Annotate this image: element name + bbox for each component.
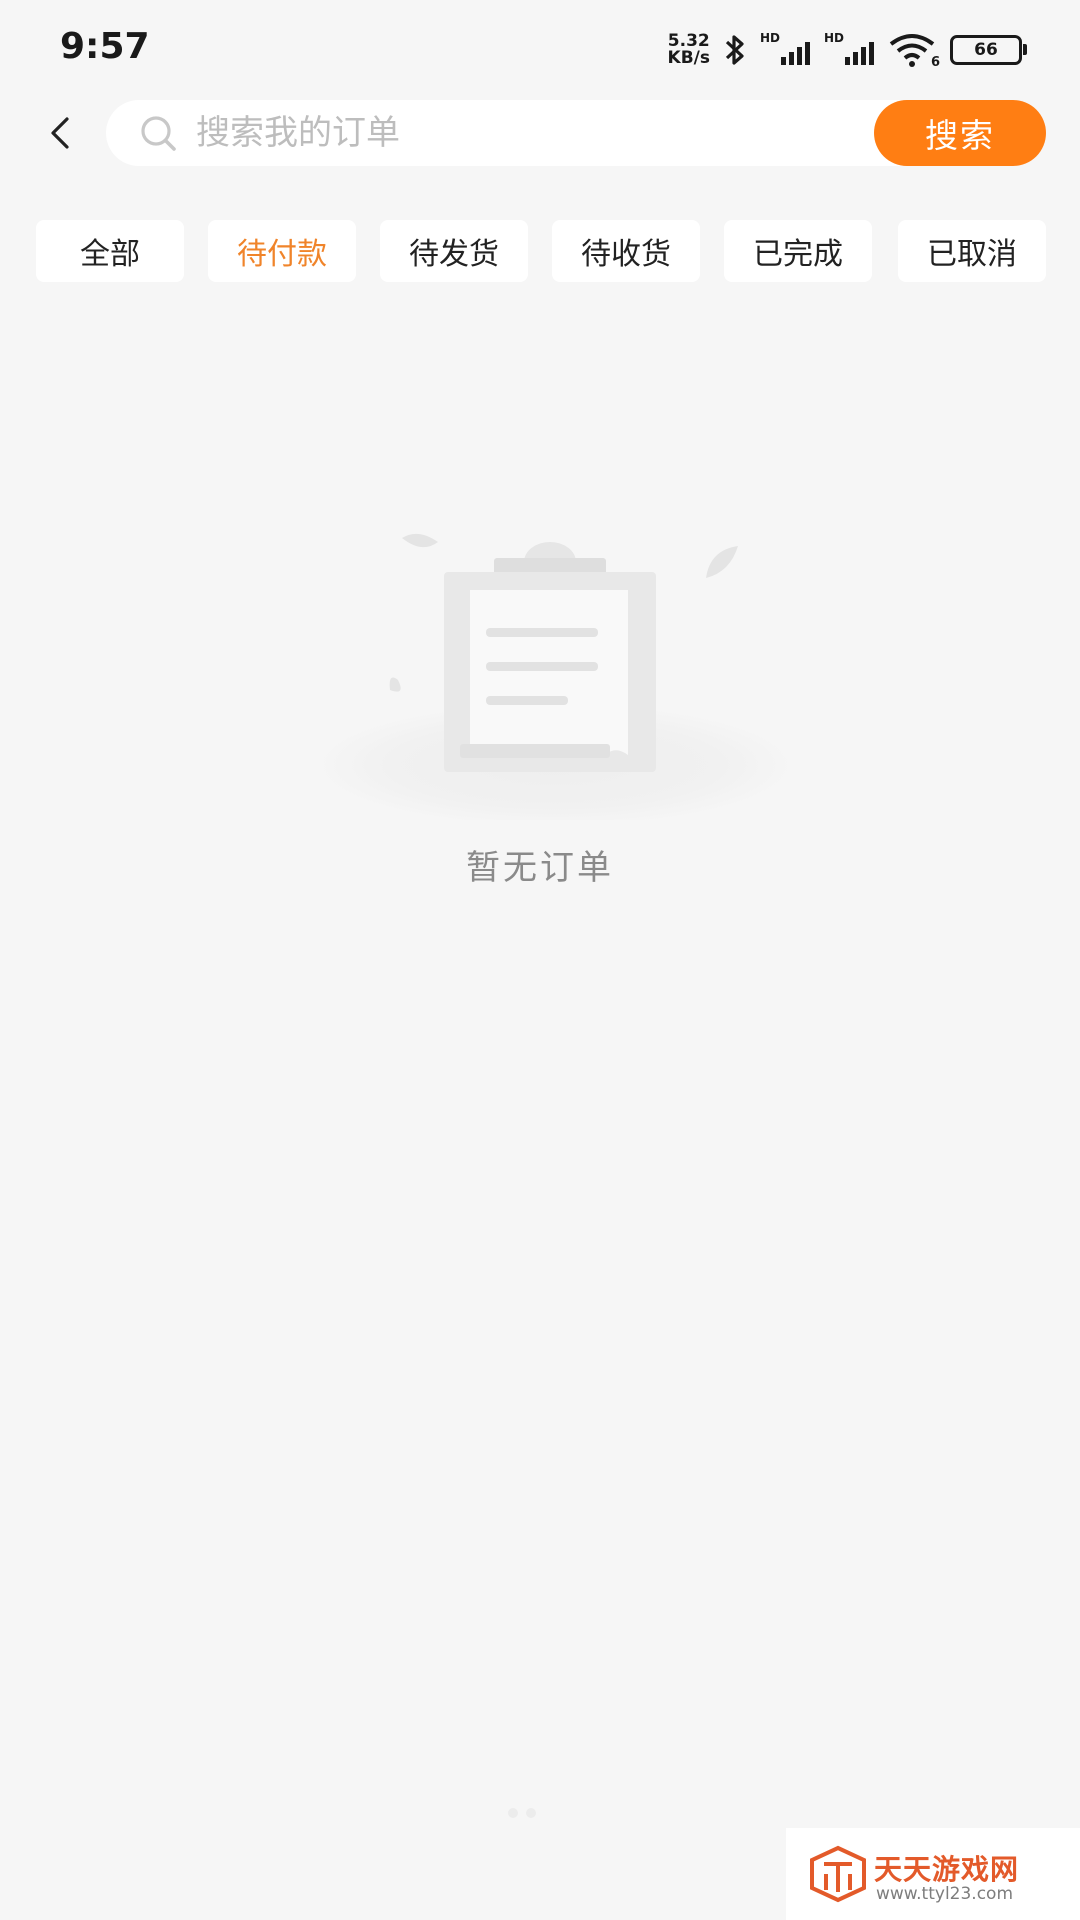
tab-pending-shipment[interactable]: 待发货 — [380, 220, 528, 282]
page-dot — [508, 1808, 518, 1818]
wifi-icon: 6 — [888, 32, 940, 70]
page-dot — [526, 1808, 536, 1818]
battery-icon: 66 — [950, 35, 1027, 65]
search-button[interactable]: 搜索 — [874, 100, 1046, 166]
sim2-hd-label: HD — [824, 31, 845, 45]
watermark: 天天游戏网 www.ttyl23.com — [786, 1828, 1080, 1920]
empty-clipboard-illustration — [315, 533, 795, 820]
battery-level: 66 — [974, 40, 998, 60]
search-bar: 搜索 — [106, 100, 1046, 166]
sim1-hd-label: HD — [760, 31, 781, 45]
chevron-left-icon — [51, 117, 69, 149]
watermark-logo-icon — [810, 1845, 866, 1903]
order-status-tabs: 全部 待付款 待发货 待收货 已完成 已取消 — [36, 220, 1046, 282]
tab-cancelled[interactable]: 已取消 — [898, 220, 1046, 282]
empty-state-message: 暂无订单 — [466, 848, 614, 888]
status-bar: 9:57 5.32 KB/s HD HD 6 66 — [0, 0, 1080, 100]
bluetooth-icon — [725, 35, 744, 65]
order-list-page: 9:57 5.32 KB/s HD HD 6 66 搜索我的订单 搜索 全部 待… — [0, 0, 1080, 1920]
tab-all[interactable]: 全部 — [36, 220, 184, 282]
watermark-title: 天天游戏网 — [874, 1853, 1020, 1886]
search-input[interactable] — [196, 100, 756, 166]
search-icon — [141, 116, 176, 151]
signal-icon-sim2: HD — [824, 31, 876, 65]
status-icons: 5.32 KB/s HD HD 6 66 — [668, 30, 1027, 70]
watermark-url: www.ttyl23.com — [876, 1884, 1014, 1904]
network-speed-unit: KB/s — [667, 48, 710, 68]
network-speed: 5.32 KB/s — [668, 33, 710, 67]
tab-pending-receipt[interactable]: 待收货 — [552, 220, 700, 282]
wifi-label: 6 — [930, 55, 940, 70]
page-indicator — [508, 1808, 536, 1818]
status-time: 9:57 — [60, 26, 150, 67]
signal-icon-sim1: HD — [760, 31, 812, 65]
tab-pending-payment[interactable]: 待付款 — [208, 220, 356, 282]
tab-completed[interactable]: 已完成 — [724, 220, 872, 282]
back-button[interactable] — [38, 106, 82, 160]
